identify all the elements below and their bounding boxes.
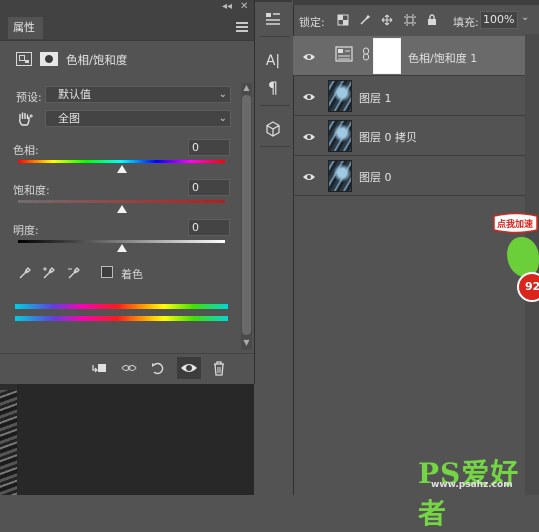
layer-name: 图层 1 <box>359 92 392 105</box>
promo-text: 点我加速 <box>497 220 534 230</box>
colorize-checkbox[interactable] <box>101 266 113 278</box>
visibility-eye-icon[interactable] <box>302 52 316 62</box>
lock-all-icon[interactable] <box>426 14 438 26</box>
watermark-logo: PS爱好者 <box>418 452 539 532</box>
visibility-eye-icon[interactable] <box>302 132 316 142</box>
scroll-down-icon[interactable]: ▼ <box>241 338 252 348</box>
hue-slider-thumb[interactable] <box>116 165 127 173</box>
layer-mask-thumbnail[interactable] <box>373 38 401 74</box>
layers-top-border <box>293 0 539 5</box>
adjustment-layer-thumbnail-icon <box>335 46 353 65</box>
channel-dropdown[interactable]: 全图 ⌄ <box>45 110 231 127</box>
saturation-track <box>18 200 225 203</box>
hue-input[interactable]: 0 <box>188 139 230 156</box>
saturation-input[interactable]: 0 <box>188 179 230 196</box>
lightness-input[interactable]: 0 <box>188 219 230 236</box>
lightness-label: 明度: <box>13 224 39 237</box>
chevron-down-icon: ⌄ <box>218 89 227 100</box>
lock-transparent-pixels-icon[interactable] <box>337 14 349 26</box>
layer-thumbnail <box>328 80 352 112</box>
saturation-slider-thumb[interactable] <box>116 205 127 213</box>
hue-track <box>18 160 225 163</box>
clip-to-layer-icon[interactable] <box>90 359 108 377</box>
output-color-bar <box>15 316 228 321</box>
reset-icon[interactable] <box>149 359 167 377</box>
chevron-down-icon: ⌄ <box>218 113 227 124</box>
lightness-slider-thumb[interactable] <box>116 244 127 252</box>
lock-label: 锁定: <box>299 16 325 29</box>
layer-name: 色相/饱和度 1 <box>408 52 478 65</box>
preset-value: 默认值 <box>58 88 91 101</box>
visibility-eye-icon[interactable] <box>302 172 316 182</box>
scrollbar-thumb[interactable] <box>242 95 251 335</box>
preset-label: 预设: <box>16 91 42 104</box>
chevron-down-icon[interactable]: ⌄ <box>521 12 529 23</box>
notification-badge[interactable]: 92 <box>517 272 539 302</box>
dock-separator <box>260 146 290 147</box>
layer-thumbnail <box>328 160 352 192</box>
layer-name: 图层 0 <box>359 171 392 184</box>
saturation-label: 饱和度: <box>13 184 50 197</box>
channel-value: 全图 <box>58 112 80 125</box>
link-chain-icon[interactable] <box>362 47 370 61</box>
hue-label: 色相: <box>13 144 39 157</box>
dock-separator <box>260 105 290 106</box>
colorize-label: 着色 <box>121 268 143 281</box>
view-previous-state-icon[interactable] <box>120 359 138 377</box>
tab-properties[interactable]: 属性 <box>8 17 43 39</box>
layer-mask-icon[interactable] <box>40 52 58 66</box>
panel-menu-icon[interactable] <box>236 22 248 32</box>
eyedropper-subtract-icon[interactable] <box>67 266 81 280</box>
adjustment-layer-icon[interactable] <box>16 52 32 66</box>
3d-icon[interactable] <box>262 118 284 140</box>
workspace-background <box>17 384 254 495</box>
paragraph-icon[interactable]: ¶ <box>262 77 284 99</box>
trash-icon[interactable] <box>210 359 228 377</box>
eyedropper-icon[interactable] <box>18 266 32 280</box>
lightness-track <box>18 240 225 243</box>
toggle-visibility-button[interactable] <box>177 357 201 379</box>
targeted-adjustment-hand-icon[interactable] <box>16 111 34 127</box>
properties-panel-icon[interactable] <box>262 8 284 30</box>
lock-image-pixels-icon[interactable] <box>359 14 371 26</box>
properties-panel-titlebar <box>0 0 254 14</box>
lock-position-icon[interactable] <box>381 14 393 26</box>
preset-dropdown[interactable]: 默认值 ⌄ <box>45 86 231 103</box>
adjustment-title: 色相/饱和度 <box>66 53 128 67</box>
eyedropper-add-icon[interactable] <box>42 266 56 280</box>
input-color-bar <box>15 304 228 309</box>
scroll-up-icon[interactable]: ▲ <box>241 83 252 93</box>
close-panel-icon[interactable]: ✕ <box>240 1 252 13</box>
collapse-panel-icon[interactable]: ◂◂ <box>222 1 236 13</box>
character-icon[interactable]: A| <box>262 50 284 72</box>
fill-label: 填充: <box>453 16 479 29</box>
promo-badge[interactable]: 点我加速 <box>491 212 539 235</box>
layer-name: 图层 0 拷贝 <box>359 131 417 144</box>
watermark-text: PS爱好者 <box>418 457 520 530</box>
layer-thumbnail <box>328 120 352 152</box>
visibility-eye-icon[interactable] <box>302 92 316 102</box>
watermark-url: www.psahz.com <box>431 480 513 490</box>
fill-input[interactable]: 100% <box>480 11 518 29</box>
dock-top-border <box>255 0 292 2</box>
panel-dock-strip <box>255 0 292 495</box>
lock-artboard-icon[interactable] <box>404 14 416 26</box>
dock-separator <box>260 36 290 37</box>
